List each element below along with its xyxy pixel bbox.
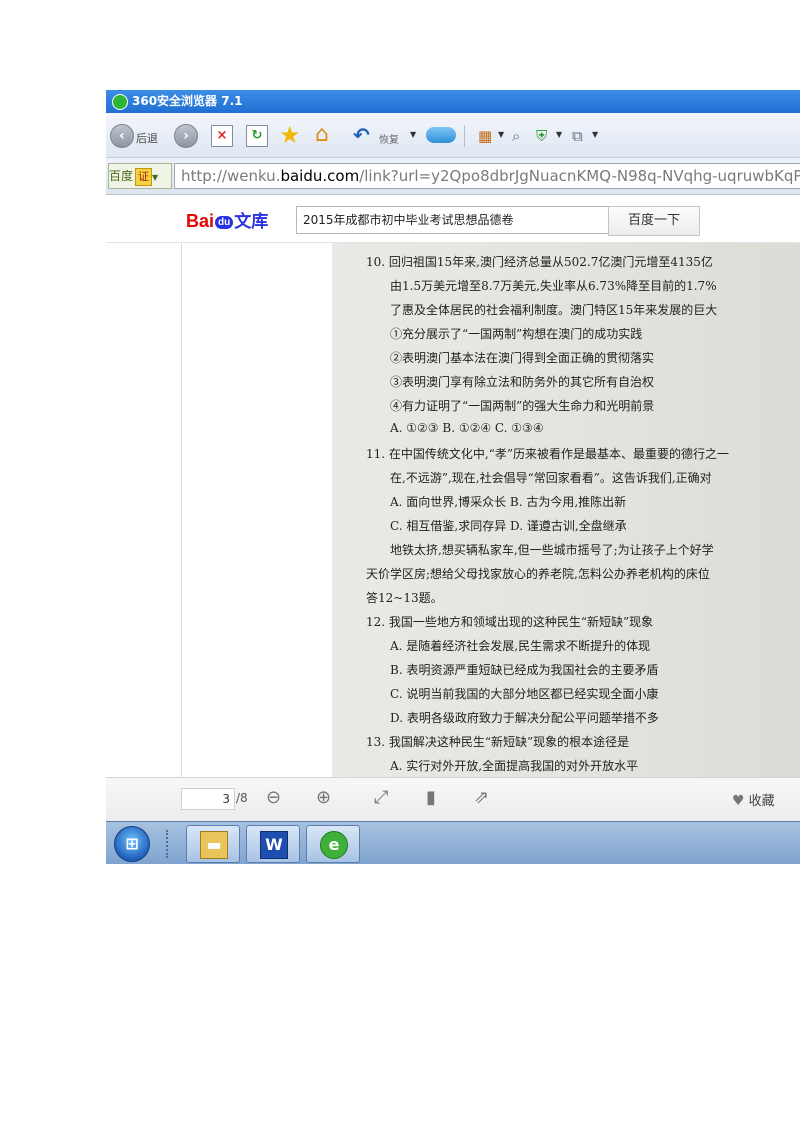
- taskbar-wps-button[interactable]: W: [246, 825, 300, 863]
- document-text-line: A. 面向世界,博采众长 B. 古为今用,推陈出新: [390, 495, 627, 509]
- search-input[interactable]: 2015年成都市初中毕业考试思想品德卷: [296, 206, 614, 234]
- favorite-button[interactable]: ♥ 收藏: [732, 790, 775, 809]
- sidebar-divider: [181, 243, 182, 777]
- taskbar-grip: [166, 830, 172, 858]
- document-text-line: D. 表明各级政府致力于解决分配公平问题举措不多: [390, 711, 659, 725]
- document-text-line: ②表明澳门基本法在澳门得到全面正确的贯彻落实: [390, 351, 655, 365]
- document-text-line: 10. 回归祖国15年来,澳门经济总量从502.7亿澳门元增至4135亿: [366, 255, 713, 269]
- browser-title: 360安全浏览器 7.1: [132, 94, 243, 108]
- favorite-label: 收藏: [748, 794, 775, 809]
- favorites-button[interactable]: ★: [279, 123, 301, 147]
- document-text-line: ①充分展示了“一国两制”构想在澳门的成功实践: [390, 327, 643, 341]
- wenku-header: Bai du 文库 2015年成都市初中毕业考试思想品德卷 百度一下: [106, 195, 800, 243]
- chevron-down-icon[interactable]: ▼: [592, 130, 598, 154]
- site-name: 百度: [109, 169, 134, 183]
- chevron-down-icon[interactable]: ▼: [556, 130, 562, 154]
- document-text-line: 地铁太挤,想买辆私家车,但一些城市摇号了;为让孩子上个好学: [390, 543, 714, 557]
- logo-du: du: [215, 215, 234, 229]
- document-text-line: 12. 我国一些地方和领域出现的这种民生“新短缺”现象: [366, 615, 654, 629]
- logo-wenku: 文库: [234, 212, 269, 231]
- bookmark-icon[interactable]: ▮: [426, 788, 436, 808]
- document-text-line: 由1.5万美元增至8.7万美元,失业率从6.73%降至目前的1.7%: [390, 279, 717, 293]
- document-text-line: 答12~13题。: [366, 591, 443, 605]
- chevron-down-icon[interactable]: ▼: [498, 130, 504, 154]
- home-button[interactable]: ⌂: [315, 123, 329, 147]
- home-icon: ⌂: [315, 122, 329, 147]
- document-text-line: A. 是随着经济社会发展,民生需求不断提升的体现: [390, 639, 651, 653]
- page-total: /8: [236, 791, 248, 805]
- document-text-line: 在,不远游”,现在,社会倡导“常回家看看”。这告诉我们,正确对: [390, 471, 712, 485]
- arrow-left-icon: ‹: [119, 128, 125, 144]
- url-input[interactable]: http://wenku.baidu.com/link?url=y2Qpo8db…: [174, 163, 800, 189]
- taskbar-360-browser-button[interactable]: e: [306, 825, 360, 863]
- document-viewer: 10. 回归祖国15年来,澳门经济总量从502.7亿澳门元增至4135亿由1.5…: [106, 243, 800, 777]
- undo-label: 恢复: [379, 135, 399, 146]
- certificate-badge: 证: [135, 168, 153, 186]
- baidu-wenku-logo[interactable]: Bai du 文库: [186, 207, 268, 232]
- fullscreen-icon[interactable]: ⤢: [374, 788, 388, 808]
- refresh-button[interactable]: ↻: [246, 125, 268, 147]
- taskbar-explorer-button[interactable]: ▬: [186, 825, 240, 863]
- page-number-input[interactable]: 3: [181, 788, 235, 810]
- share-icon[interactable]: ⇗: [474, 788, 489, 808]
- chevron-down-icon[interactable]: ▼: [410, 130, 416, 154]
- document-page: 10. 回归祖国15年来,澳门经济总量从502.7亿澳门元增至4135亿由1.5…: [332, 243, 800, 777]
- screenshot-frame: 360安全浏览器 7.1 ‹ 后退 › × ↻ ★ ⌂ ↶ 恢复 ▼ ▦ ▼ ⌕…: [106, 90, 800, 864]
- url-prefix: http://wenku.: [181, 167, 281, 185]
- apps-icon[interactable]: ▦: [478, 127, 492, 151]
- cloud-icon[interactable]: [426, 127, 456, 143]
- close-icon: ×: [216, 128, 228, 143]
- document-text-line: 13. 我国解决这种民生“新短缺”现象的根本途径是: [366, 735, 630, 749]
- url-rest: /link?url=y2Qpo8dbrJgNuacnKMQ-N98q-NVqhg…: [359, 167, 800, 185]
- refresh-icon: ↻: [251, 128, 263, 143]
- search-icon[interactable]: ⌕: [512, 127, 520, 151]
- site-identity[interactable]: 百度证 ▼: [108, 163, 172, 189]
- url-domain: baidu.com: [280, 167, 360, 185]
- zoom-in-icon[interactable]: ⊕: [316, 788, 331, 808]
- windows-logo-icon: ⊞: [125, 834, 139, 853]
- browser-toolbar: ‹ 后退 › × ↻ ★ ⌂ ↶ 恢复 ▼ ▦ ▼ ⌕ ⛨ ▼ ⧉ ▼: [106, 113, 800, 158]
- document-text-line: 天价学区房;想给父母找家放心的养老院,怎料公办养老机构的床位: [366, 567, 710, 581]
- word-icon: W: [260, 831, 288, 859]
- start-button[interactable]: ⊞: [114, 826, 150, 862]
- toolbar-divider: [464, 125, 465, 147]
- undo-icon: ↶: [353, 123, 370, 147]
- chevron-down-icon: ▼: [152, 173, 159, 182]
- document-text-line: 11. 在中国传统文化中,“孝”历来被看作是最基本、最重要的德行之一: [366, 447, 729, 461]
- document-text-line: C. 相互借鉴,求同存异 D. 谨遵古训,全盘继承: [390, 519, 627, 533]
- arrow-right-icon: ›: [183, 128, 189, 144]
- zoom-out-icon[interactable]: ⊖: [266, 788, 281, 808]
- search-button[interactable]: 百度一下: [608, 206, 700, 236]
- document-text-line: ③表明澳门享有除立法和防务外的其它所有自治权: [390, 375, 655, 389]
- back-button[interactable]: ‹: [110, 124, 134, 148]
- forward-button[interactable]: ›: [174, 124, 198, 148]
- windows-taskbar: ⊞ ▬ W e: [106, 821, 800, 864]
- document-text-line: A. ①②③ B. ①②④ C. ①③④: [390, 421, 544, 435]
- document-text-line: A. 实行对外开放,全面提高我国的对外开放水平: [390, 759, 639, 773]
- 360-browser-icon: e: [320, 831, 348, 859]
- address-bar: 百度证 ▼ http://wenku.baidu.com/link?url=y2Q…: [106, 158, 800, 195]
- back-label: 后退: [136, 132, 158, 145]
- heart-icon: ♥: [732, 793, 745, 809]
- logo-bai: Bai: [186, 211, 215, 231]
- document-text-line: C. 说明当前我国的大部分地区都已经实现全面小康: [390, 687, 659, 701]
- document-text-line: B. 表明资源严重短缺已经成为我国社会的主要矛盾: [390, 663, 659, 677]
- 360-browser-logo-icon: [112, 94, 128, 110]
- viewer-controls: 3 /8 ⊖ ⊕ ⤢ ▮ ⇗ ♥ 收藏: [106, 777, 800, 822]
- stop-button[interactable]: ×: [211, 125, 233, 147]
- screenshot-icon[interactable]: ⧉: [572, 127, 583, 151]
- document-text-line: ④有力证明了“一国两制”的强大生命力和光明前景: [390, 399, 655, 413]
- star-icon: ★: [279, 121, 301, 149]
- shield-icon[interactable]: ⛨: [536, 127, 547, 151]
- folder-icon: ▬: [200, 831, 228, 859]
- document-text-line: 了惠及全体居民的社会福利制度。澳门特区15年来发展的巨大: [390, 303, 718, 317]
- browser-title-bar: 360安全浏览器 7.1: [106, 90, 800, 113]
- undo-close-button[interactable]: ↶: [353, 123, 370, 147]
